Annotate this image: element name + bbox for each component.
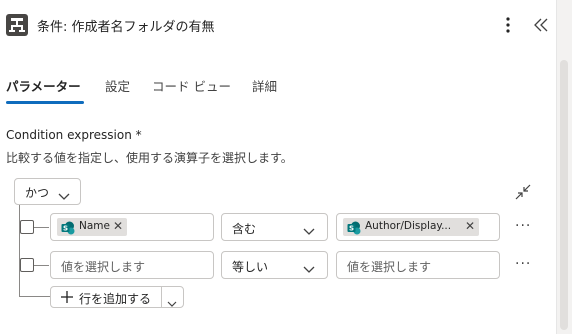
- value-placeholder: 値を選択します: [347, 260, 432, 274]
- dynamic-content-token: S Name ✕: [57, 218, 127, 236]
- tab-details[interactable]: 詳細: [252, 76, 277, 95]
- add-row-label: 行を追加する: [79, 292, 152, 306]
- sharepoint-icon: S: [347, 220, 361, 235]
- active-tab-indicator: [6, 101, 84, 104]
- row-1-more-icon[interactable]: ···: [515, 219, 531, 236]
- chevron-down-icon[interactable]: [167, 293, 177, 307]
- more-vertical-icon[interactable]: [500, 14, 516, 36]
- chevron-down-icon: [303, 222, 315, 235]
- dynamic-content-token: S Author/Display... ✕: [343, 218, 479, 236]
- panel-header: 条件: 作成者名フォルダの有無: [0, 0, 572, 50]
- svg-text:S: S: [63, 225, 68, 233]
- row-2-left-value[interactable]: 値を選択します: [50, 251, 214, 279]
- condition-expression-label: Condition expression *: [6, 128, 142, 142]
- row-1-operator-dropdown[interactable]: 含む: [221, 213, 328, 241]
- row-1-left-value[interactable]: S Name ✕: [50, 213, 214, 241]
- tab-code-view[interactable]: コード ビュー: [152, 76, 231, 95]
- remove-token-icon[interactable]: ✕: [113, 219, 123, 233]
- group-operator-dropdown[interactable]: かつ: [14, 178, 81, 205]
- panel-title: 条件: 作成者名フォルダの有無: [37, 20, 215, 35]
- token-label: Author/Display...: [365, 220, 452, 232]
- row-1-checkbox[interactable]: [20, 220, 34, 234]
- condition-label-text: Condition expression: [6, 128, 132, 142]
- operator-value: 等しい: [232, 260, 269, 274]
- condition-flow-icon: [6, 14, 28, 36]
- row-2-right-value[interactable]: 値を選択します: [336, 251, 500, 279]
- operator-value: 含む: [232, 222, 257, 236]
- tree-connector: [19, 205, 20, 297]
- condition-description: 比較する値を指定し、使用する演算子を選択します。: [6, 151, 293, 165]
- split-divider: [161, 287, 162, 307]
- add-row-button[interactable]: 行を追加する: [50, 286, 184, 308]
- row-2-checkbox[interactable]: [20, 258, 34, 272]
- double-chevron-left-icon[interactable]: [532, 14, 550, 36]
- row-2-more-icon[interactable]: ···: [515, 257, 531, 274]
- sharepoint-icon: S: [61, 220, 75, 235]
- token-label: Name: [79, 220, 110, 232]
- chevron-down-icon: [303, 260, 315, 273]
- svg-text:S: S: [349, 225, 354, 233]
- value-placeholder: 値を選択します: [61, 260, 146, 274]
- scrollbar-thumb[interactable]: [560, 60, 568, 330]
- group-operator-value: かつ: [25, 186, 50, 200]
- collapse-arrows-icon[interactable]: [514, 183, 532, 201]
- chevron-down-icon: [58, 187, 70, 200]
- tab-parameters[interactable]: パラメーター: [6, 76, 81, 95]
- tree-connector: [19, 296, 50, 297]
- tab-settings[interactable]: 設定: [105, 76, 130, 95]
- row-2-operator-dropdown[interactable]: 等しい: [221, 251, 328, 279]
- plus-icon: [59, 289, 75, 305]
- required-marker: *: [135, 128, 142, 142]
- remove-token-icon[interactable]: ✕: [465, 219, 475, 233]
- row-1-right-value[interactable]: S Author/Display... ✕: [336, 213, 500, 241]
